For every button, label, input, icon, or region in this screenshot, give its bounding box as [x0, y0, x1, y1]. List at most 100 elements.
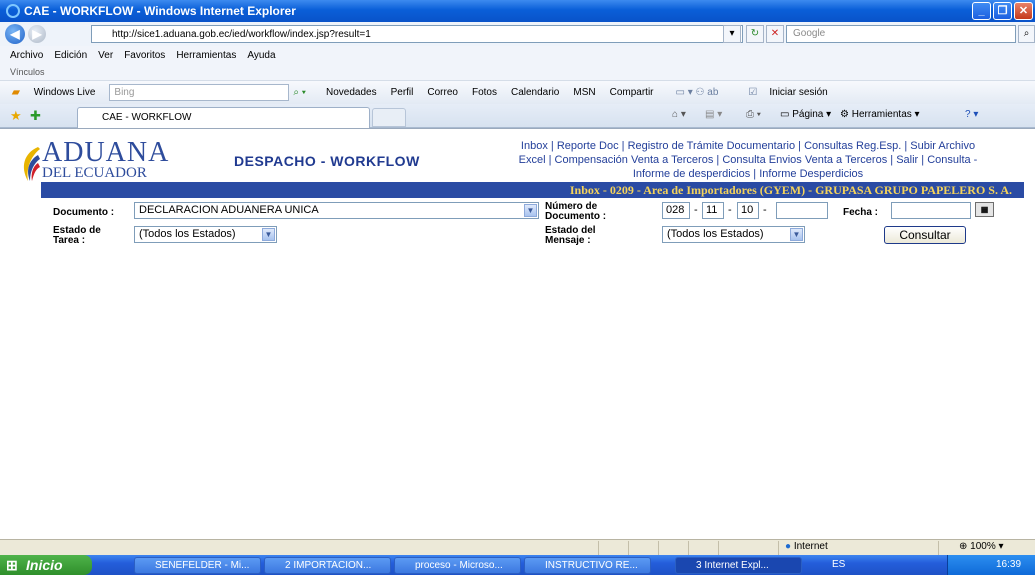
- link-informe-desperdicios[interactable]: Informe Desperdicios: [759, 168, 863, 180]
- numero-part3-input[interactable]: 10: [737, 202, 759, 219]
- menu-bar: Archivo Edición Ver Favoritos Herramient…: [0, 46, 1035, 64]
- search-icon[interactable]: ⌕: [1018, 25, 1035, 43]
- address-url: http://sice1.aduana.gob.ec/ied/workflow/…: [112, 28, 371, 40]
- menu-ayuda[interactable]: Ayuda: [247, 50, 275, 61]
- search-input[interactable]: Google: [786, 25, 1016, 43]
- estado-tarea-line2: Tarea :: [53, 235, 86, 246]
- add-favorites-icon[interactable]: ✚: [30, 108, 41, 124]
- link-reporte-doc[interactable]: Reporte Doc: [557, 140, 619, 152]
- wl-correo[interactable]: Correo: [427, 87, 458, 98]
- documento-select[interactable]: DECLARACION ADUANERA UNICA ▼: [134, 202, 539, 219]
- links-label[interactable]: Vínculos: [10, 67, 45, 77]
- page-menu[interactable]: ▭ Página ▾: [780, 109, 831, 120]
- taskbar-item-proceso[interactable]: proceso - Microso...: [394, 557, 521, 574]
- clock[interactable]: 16:39: [996, 559, 1021, 570]
- app-title: DESPACHO - WORKFLOW: [234, 153, 420, 169]
- new-tab-button[interactable]: [372, 108, 406, 127]
- close-button[interactable]: ✕: [1014, 2, 1033, 20]
- ie-logo-icon: [6, 4, 20, 18]
- status-zone-text: Internet: [793, 541, 828, 552]
- status-cell: [658, 541, 688, 555]
- windows-live-toolbar: ▰ Windows Live Bing ⌕ ▾ Novedades Perfil…: [0, 80, 1035, 104]
- wl-calendario[interactable]: Calendario: [511, 87, 559, 98]
- tab-label: CAE - WORKFLOW: [102, 112, 192, 123]
- language-indicator[interactable]: ES: [832, 559, 845, 570]
- logo-text-bottom: DEL ECUADOR: [42, 165, 147, 181]
- page-menu-label: Página: [792, 109, 824, 120]
- print-icon[interactable]: ⎙ ▾: [746, 109, 761, 120]
- wl-perfil[interactable]: Perfil: [391, 87, 414, 98]
- link-consulta[interactable]: Consulta -: [927, 154, 977, 166]
- bing-search-input[interactable]: Bing: [109, 84, 290, 101]
- numero-part4-input[interactable]: [776, 202, 828, 219]
- refresh-icon[interactable]: ↻: [746, 25, 764, 43]
- status-cell: [598, 541, 628, 555]
- zoom-control[interactable]: ⊕ 100% ▾: [938, 541, 1035, 555]
- taskbar-item-importacion[interactable]: 2 IMPORTACION...: [264, 557, 391, 574]
- top-nav-links: Inbox | Reporte Doc | Registro de Trámit…: [518, 140, 978, 180]
- stop-icon[interactable]: ✕: [766, 25, 784, 43]
- link-consultas-reg-esp[interactable]: Consultas Reg.Esp.: [804, 140, 901, 152]
- consultar-button[interactable]: Consultar: [884, 226, 966, 244]
- link-inbox[interactable]: Inbox: [521, 140, 548, 152]
- estado-mensaje-value: (Todos los Estados): [667, 228, 764, 240]
- numero-part1-input[interactable]: 028: [662, 202, 690, 219]
- taskbar-item-instructivo[interactable]: INSTRUCTIVO RE...: [524, 557, 651, 574]
- wl-extra-icons[interactable]: ▭ ▾ ⚇ ab: [676, 87, 719, 98]
- maximize-button[interactable]: ❐: [993, 2, 1012, 20]
- estado-mensaje-line2: Mensaje :: [545, 235, 591, 246]
- link-informe-desperdicios-lower[interactable]: Informe de desperdicios: [633, 168, 750, 180]
- link-subir-archivo[interactable]: Subir Archivo: [910, 140, 975, 152]
- fecha-input[interactable]: [891, 202, 971, 219]
- link-consulta-envios[interactable]: Consulta Envios Venta a Terceros: [722, 154, 887, 166]
- back-button[interactable]: ◀: [5, 24, 25, 44]
- menu-edicion[interactable]: Edición: [54, 50, 87, 61]
- address-dropdown-button[interactable]: ▾: [723, 25, 741, 43]
- menu-archivo[interactable]: Archivo: [10, 50, 43, 61]
- wl-checkbox-icon[interactable]: ☑: [748, 87, 757, 98]
- calendar-icon[interactable]: ▦: [975, 202, 994, 217]
- documento-value: DECLARACION ADUANERA UNICA: [139, 204, 319, 216]
- taskbar-item-internet-explorer[interactable]: 3 Internet Expl...: [675, 557, 802, 574]
- wl-fotos[interactable]: Fotos: [472, 87, 497, 98]
- estado-mensaje-select[interactable]: (Todos los Estados) ▼: [662, 226, 805, 243]
- tools-menu[interactable]: ⚙ Herramientas ▾: [840, 109, 920, 120]
- forward-button[interactable]: ▶: [28, 25, 46, 43]
- wl-novedades[interactable]: Novedades: [326, 87, 377, 98]
- home-icon[interactable]: ⌂ ▾: [672, 109, 686, 120]
- link-salir[interactable]: Salir: [896, 154, 918, 166]
- inbox-banner: Inbox - 0209 - Area de Importadores (GYE…: [41, 182, 1024, 198]
- documento-label: Documento :: [53, 207, 115, 218]
- status-cell: [718, 541, 778, 555]
- tab-cae-workflow[interactable]: CAE - WORKFLOW: [77, 107, 370, 128]
- address-bar[interactable]: http://sice1.aduana.gob.ec/ied/workflow/…: [91, 25, 743, 43]
- bing-search-icon[interactable]: ⌕ ▾: [293, 87, 306, 98]
- favorites-star-icon[interactable]: ★: [10, 108, 22, 124]
- estado-tarea-select[interactable]: (Todos los Estados) ▼: [134, 226, 277, 243]
- feeds-icon[interactable]: ▤ ▾: [705, 109, 722, 120]
- status-zone: ● Internet: [778, 541, 938, 555]
- start-button[interactable]: ⊞ Inicio: [0, 555, 92, 575]
- wl-signin[interactable]: Iniciar sesión: [769, 87, 827, 98]
- wl-msn[interactable]: MSN: [573, 87, 595, 98]
- wl-compartir[interactable]: Compartir: [610, 87, 654, 98]
- estado-tarea-label: Estado de Tarea :: [53, 226, 101, 246]
- link-excel[interactable]: Excel: [519, 154, 546, 166]
- status-bar: ● Internet ⊕ 100% ▾: [0, 539, 1035, 555]
- link-compensacion[interactable]: Compensación Venta a Terceros: [555, 154, 714, 166]
- taskbar-item-senefelder[interactable]: SENEFELDER - Mi...: [134, 557, 261, 574]
- numero-part2-input[interactable]: 11: [702, 202, 724, 219]
- menu-favoritos[interactable]: Favoritos: [124, 50, 165, 61]
- chevron-down-icon: ▼: [524, 204, 537, 217]
- menu-herramientas[interactable]: Herramientas: [176, 50, 236, 61]
- numero-label: Número de Documento :: [545, 202, 606, 222]
- dash-separator: -: [763, 204, 767, 216]
- tab-row: ★ ✚ CAE - WORKFLOW ⌂ ▾ ▤ ▾ ⎙ ▾ ▭ Página …: [0, 104, 1035, 128]
- link-registro-tramite[interactable]: Registro de Trámite Documentario: [628, 140, 796, 152]
- system-tray: 16:39: [947, 555, 1035, 575]
- windows-live-label[interactable]: Windows Live: [34, 87, 96, 98]
- minimize-button[interactable]: _: [972, 2, 991, 20]
- menu-ver[interactable]: Ver: [98, 50, 113, 61]
- help-icon[interactable]: ? ▾: [965, 109, 978, 120]
- estado-tarea-value: (Todos los Estados): [139, 228, 236, 240]
